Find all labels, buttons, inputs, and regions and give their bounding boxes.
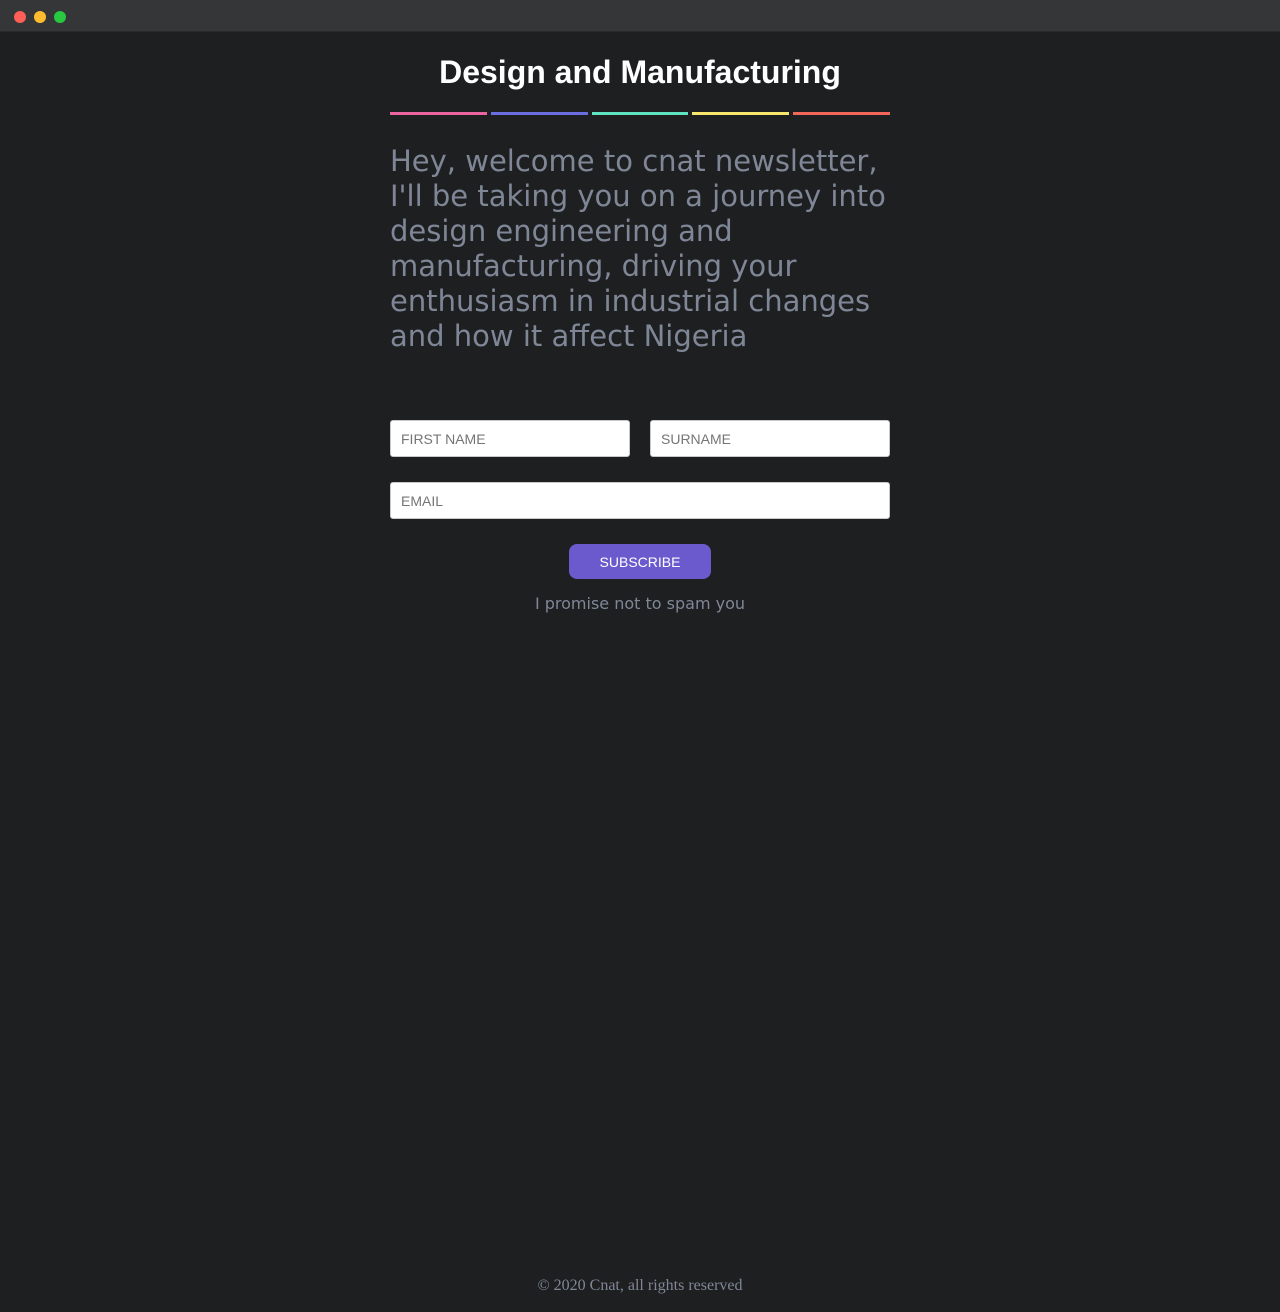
no-spam-note: I promise not to spam you	[534, 594, 746, 613]
stripe-yellow	[692, 112, 790, 115]
minimize-window-icon[interactable]	[34, 11, 46, 23]
first-name-input[interactable]	[390, 420, 630, 457]
color-stripes-divider	[390, 112, 890, 115]
window-titlebar	[0, 0, 1280, 32]
copyright-footer: © 2020 Cnat, all rights reserved	[537, 1277, 743, 1294]
stripe-blue	[490, 112, 588, 115]
stripe-red	[793, 112, 890, 115]
stripe-teal	[591, 112, 689, 115]
intro-text: Hey, welcome to cnat newsletter, I'll be…	[390, 144, 886, 353]
newsletter-page: Design and Manufacturing Hey, welcome to…	[0, 32, 1280, 1312]
close-window-icon[interactable]	[14, 11, 26, 23]
stripe-pink	[390, 112, 487, 115]
maximize-window-icon[interactable]	[54, 11, 66, 23]
email-input[interactable]	[390, 482, 890, 519]
subscribe-button[interactable]: SUBSCRIBE	[569, 544, 711, 579]
page-title: Design and Manufacturing	[439, 54, 841, 90]
surname-input[interactable]	[650, 420, 890, 457]
